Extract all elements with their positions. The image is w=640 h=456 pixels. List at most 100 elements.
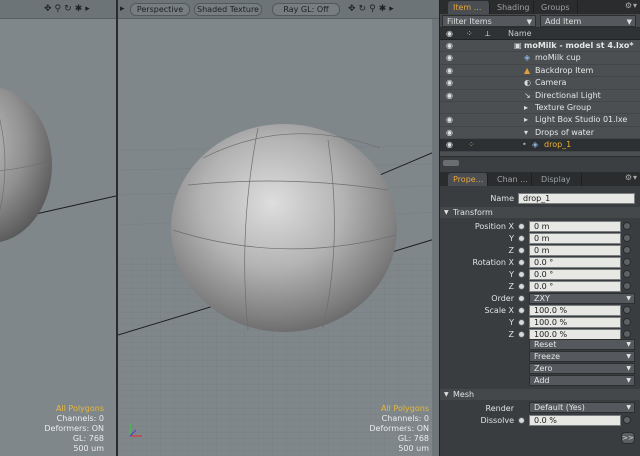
filter-items-dropdown[interactable]: Filter Items ▼	[442, 15, 536, 27]
freeze-button[interactable]: Freeze ▼	[529, 351, 635, 362]
list-item[interactable]: ◉ ↘ Directional Light	[440, 90, 640, 102]
position-y-channel-dot[interactable]	[518, 235, 525, 242]
lock-column-icon[interactable]: ⁘	[466, 29, 473, 38]
position-x-field[interactable]: 0 m	[529, 221, 621, 232]
add-item-dropdown[interactable]: Add Item ▼	[540, 15, 636, 27]
rotation-x-channel-dot[interactable]	[518, 259, 525, 266]
dissolve-channel-dot[interactable]	[518, 417, 525, 424]
position-z-link-icon[interactable]	[623, 246, 631, 254]
ray-gl-button[interactable]: Ray GL: Off	[272, 3, 340, 16]
right-panel: Item ... Shading Groups ⚙▾ Filter Items …	[439, 0, 640, 456]
item-panel-tabs: Item ... Shading Groups ⚙▾	[440, 0, 640, 14]
position-x-channel-dot[interactable]	[518, 223, 525, 230]
left-viewport-toolbar: ✥ ⚲ ↻ ✱ ▸	[0, 0, 116, 19]
rotation-y-channel-dot[interactable]	[518, 271, 525, 278]
view-type-button[interactable]: Perspective	[130, 3, 190, 16]
name-field[interactable]: drop_1	[518, 193, 635, 204]
dissolve-field[interactable]: 0.0 %	[529, 415, 621, 426]
tab-groups[interactable]: Groups	[536, 1, 578, 14]
render-dropdown[interactable]: Default (Yes) ▼	[529, 402, 635, 413]
item-list-toolbar: Filter Items ▼ Add Item ▼	[440, 14, 640, 28]
zero-label: Zero	[534, 364, 553, 373]
position-y-link-icon[interactable]	[623, 234, 631, 242]
name-column-header[interactable]: Name	[508, 29, 532, 38]
viewport-scrollbar[interactable]	[432, 19, 439, 456]
move-icon[interactable]: ✥	[348, 3, 356, 16]
visibility-column-icon[interactable]: ◉	[446, 29, 453, 38]
mesh-icon: ◈	[532, 140, 539, 150]
list-item[interactable]: ◉ ◐ Camera	[440, 77, 640, 90]
rotation-z-field[interactable]: 0.0 °	[529, 281, 621, 292]
position-x-link-icon[interactable]	[623, 222, 631, 230]
eye-icon[interactable]: ◉	[446, 52, 453, 64]
transform-section[interactable]: ▼ Transform	[440, 207, 640, 218]
list-item[interactable]: ◉ ▾ Drops of water	[440, 127, 640, 140]
rotation-z-channel-dot[interactable]	[518, 283, 525, 290]
scale-y-field[interactable]: 100.0 %	[529, 317, 621, 328]
list-item[interactable]: ▸ Texture Group	[440, 102, 640, 115]
zoom-icon[interactable]: ⚲	[55, 3, 62, 16]
tab-channels[interactable]: Chan ...	[492, 173, 532, 186]
viewport-menu-icon[interactable]: ▸	[120, 3, 125, 16]
chevron-down-icon: ▼	[526, 18, 532, 26]
item-list-footer	[440, 156, 640, 172]
rotation-x-field[interactable]: 0.0 °	[529, 257, 621, 268]
tab-display[interactable]: Display	[536, 173, 582, 186]
eye-icon[interactable]: ◉	[446, 90, 453, 102]
axis-column-icon[interactable]: ⟂	[485, 29, 490, 39]
scale-y-link-icon[interactable]	[623, 318, 631, 326]
eye-icon[interactable]: ◉	[446, 77, 453, 89]
scale-x-link-icon[interactable]	[623, 306, 631, 314]
list-item-selected[interactable]: ◉ ⁘ • ◈ drop_1	[440, 139, 640, 152]
expand-panel-button[interactable]: >>	[621, 432, 635, 444]
tab-item-list[interactable]: Item ...	[448, 1, 490, 14]
move-icon[interactable]: ✥	[44, 3, 52, 16]
tab-properties[interactable]: Prope...	[448, 173, 488, 186]
shading-mode-button[interactable]: Shaded Texture	[194, 3, 262, 16]
lock-icon[interactable]: ⁘	[468, 139, 475, 151]
main-viewport[interactable]: ▸ Perspective Shaded Texture Ray GL: Off…	[118, 0, 439, 456]
eye-icon[interactable]: ◉	[446, 40, 453, 52]
rotate-icon[interactable]: ↻	[359, 3, 367, 16]
position-z-field[interactable]: 0 m	[529, 245, 621, 256]
rotation-z-link-icon[interactable]	[623, 282, 631, 290]
settings-icon[interactable]: ✱	[75, 3, 83, 16]
position-z-channel-dot[interactable]	[518, 247, 525, 254]
scale-x-channel-dot[interactable]	[518, 307, 525, 314]
list-item[interactable]: ◉ ▲ Backdrop Item	[440, 65, 640, 78]
menu-arrow-icon[interactable]: ▸	[85, 3, 90, 16]
add-item-label: Add Item	[545, 17, 582, 26]
horizontal-scrollbar[interactable]	[443, 160, 459, 166]
reset-button[interactable]: Reset ▼	[529, 339, 635, 350]
scale-x-field[interactable]: 100.0 %	[529, 305, 621, 316]
zoom-icon[interactable]: ⚲	[369, 3, 376, 16]
list-item[interactable]: ◉ ▸ Light Box Studio 01.lxe	[440, 114, 640, 127]
position-y-field[interactable]: 0 m	[529, 233, 621, 244]
menu-arrow-icon[interactable]: ▸	[389, 3, 394, 16]
left-viewport[interactable]: ✥ ⚲ ↻ ✱ ▸ All Polygons Channels: 0 Defor…	[0, 0, 116, 456]
mesh-section[interactable]: ▼ Mesh	[440, 389, 640, 400]
tab-shading[interactable]: Shading	[492, 1, 534, 14]
rotation-x-link-icon[interactable]	[623, 258, 631, 266]
list-item[interactable]: ◉ ◈ moMilk cup	[440, 52, 640, 65]
scale-z-channel-dot[interactable]	[518, 331, 525, 338]
eye-icon[interactable]: ◉	[446, 127, 453, 139]
list-item[interactable]: ◉ ▣ moMilk - model st 4.lxo*	[440, 40, 640, 53]
eye-icon[interactable]: ◉	[446, 114, 453, 126]
add-button[interactable]: Add ▼	[529, 375, 635, 386]
rotation-order-dropdown[interactable]: ZXY ▼	[529, 293, 635, 304]
rotation-y-link-icon[interactable]	[623, 270, 631, 278]
panel-options-icon[interactable]: ⚙▾	[625, 173, 638, 182]
eye-icon[interactable]: ◉	[446, 65, 453, 77]
settings-icon[interactable]: ✱	[379, 3, 387, 16]
order-channel-dot[interactable]	[518, 295, 525, 302]
scale-z-link-icon[interactable]	[623, 330, 631, 338]
dissolve-link-icon[interactable]	[623, 416, 631, 424]
zero-button[interactable]: Zero ▼	[529, 363, 635, 374]
panel-options-icon[interactable]: ⚙▾	[625, 1, 638, 10]
rotation-y-field[interactable]: 0.0 °	[529, 269, 621, 280]
rotate-icon[interactable]: ↻	[64, 3, 72, 16]
eye-icon[interactable]: ◉	[446, 139, 453, 151]
scale-y-channel-dot[interactable]	[518, 319, 525, 326]
selection-mode-label: All Polygons	[55, 404, 104, 413]
